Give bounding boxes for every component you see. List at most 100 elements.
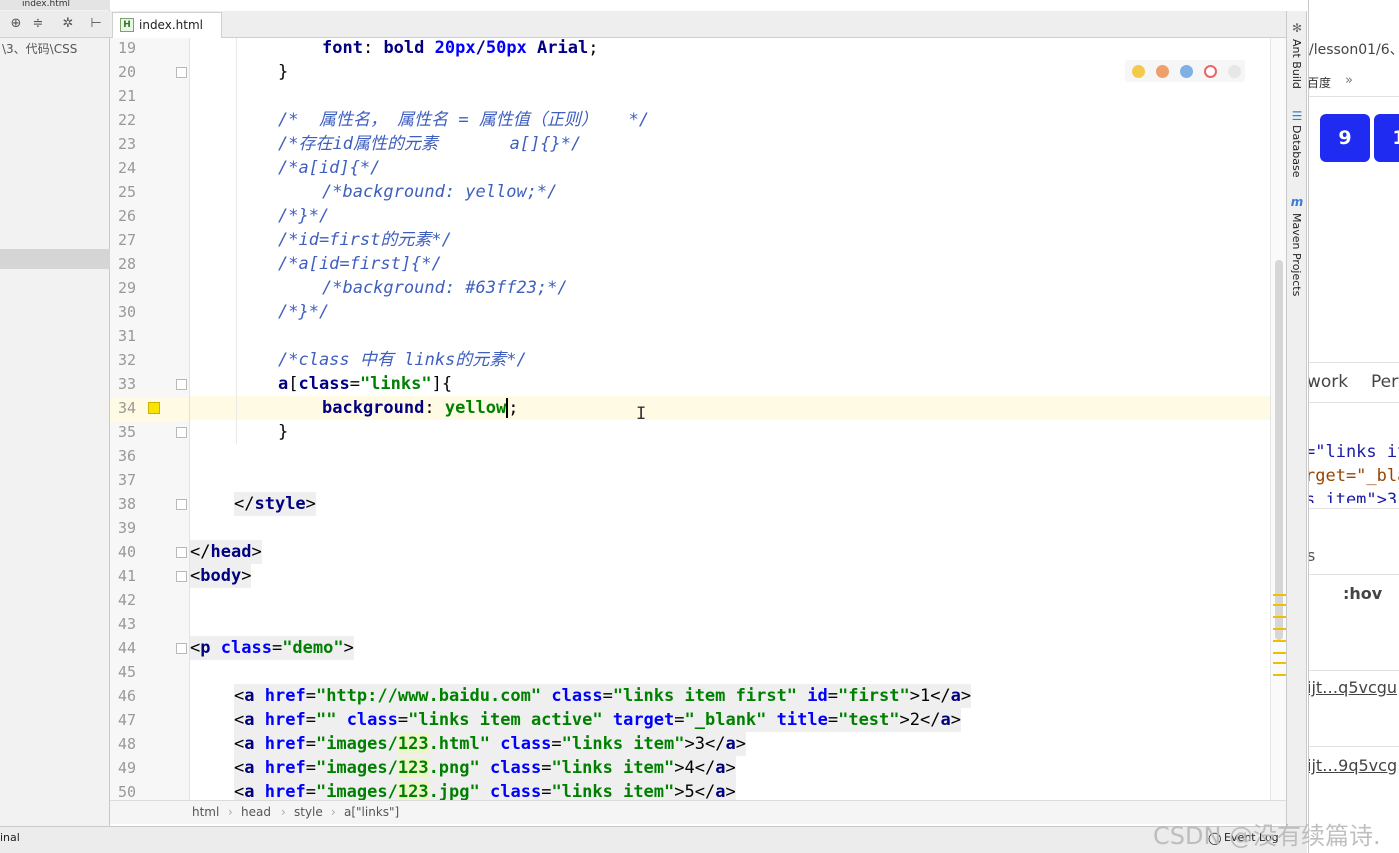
opera-icon[interactable]: [1204, 65, 1217, 78]
editor-gutter: 19 20 21 22 23 24 25 26 27 28 29 30 31 3…: [110, 38, 190, 800]
line-number: 33: [117, 375, 136, 393]
ie-icon[interactable]: [1228, 65, 1241, 78]
line-number: 23: [117, 135, 136, 153]
database-icon: ☰: [1291, 109, 1303, 123]
firefox-icon[interactable]: [1156, 65, 1169, 78]
error-stripe-marker[interactable]: [1273, 594, 1286, 596]
tool-window-database[interactable]: Database: [1290, 125, 1303, 178]
devtools-tab-performance[interactable]: Perf: [1371, 372, 1399, 392]
line-number: 43: [117, 615, 136, 633]
error-stripe-marker[interactable]: [1273, 616, 1286, 618]
line-number: 44: [117, 639, 136, 657]
devtools-dom-line[interactable]: ="links it: [1309, 442, 1399, 462]
safari-icon[interactable]: [1180, 65, 1193, 78]
error-stripe-marker[interactable]: [1273, 674, 1286, 676]
browser-preview-bar: [1125, 60, 1245, 82]
styles-tab[interactable]: s: [1309, 546, 1315, 565]
devtools-dom-line[interactable]: rget="_bla: [1309, 466, 1399, 486]
code-line-46: <a href="http://www.baidu.com" class="li…: [234, 684, 972, 708]
link-button-10[interactable]: 1: [1374, 114, 1399, 162]
fold-marker[interactable]: [176, 643, 187, 654]
error-stripe-marker[interactable]: [1273, 604, 1286, 606]
bookmark-marker[interactable]: [148, 402, 160, 414]
breadcrumb-item[interactable]: style: [294, 805, 323, 819]
code-line-25: /*background: yellow;*/: [322, 182, 558, 202]
project-tree-selected-row[interactable]: [0, 249, 110, 269]
divider: [1309, 574, 1399, 575]
tool-window-maven-projects[interactable]: Maven Projects: [1290, 213, 1303, 296]
project-tree-path[interactable]: \3、代码\CSS: [0, 40, 110, 57]
breadcrumb-item[interactable]: head: [241, 805, 271, 819]
chrome-icon[interactable]: [1132, 65, 1145, 78]
line-number: 46: [117, 687, 136, 705]
error-stripe-marker[interactable]: [1273, 662, 1286, 664]
fold-marker[interactable]: [176, 427, 187, 438]
editor-scrollbar[interactable]: [1270, 38, 1286, 800]
project-panel-tab[interactable]: index.html: [22, 0, 70, 9]
fold-marker[interactable]: [176, 67, 187, 78]
resource-link[interactable]: ijt…q5vcgu: [1309, 678, 1397, 697]
line-number: 37: [117, 471, 136, 489]
target-icon[interactable]: ⊕: [8, 16, 24, 32]
breadcrumb-item[interactable]: a["links"]: [344, 805, 399, 819]
code-line-22: /* 属性名， 属性名 = 属性值（正则） */: [278, 110, 650, 130]
fold-marker[interactable]: [176, 571, 187, 582]
fold-marker[interactable]: [176, 379, 187, 390]
terminal-tab[interactable]: inal: [0, 831, 20, 844]
divider: [1309, 670, 1399, 671]
bookmark-baidu[interactable]: 百度: [1309, 74, 1331, 91]
address-bar-url[interactable]: /lesson01/6、: [1309, 39, 1399, 59]
code-line-34: background: yellow;: [322, 398, 519, 418]
line-number: 36: [117, 447, 136, 465]
scrollbar-thumb[interactable]: [1275, 260, 1283, 640]
divider: [1309, 508, 1399, 509]
line-number: 25: [117, 183, 136, 201]
line-number: 30: [117, 303, 136, 321]
devtools-dom-clip: s item">3: [1309, 490, 1399, 503]
divider: [1309, 402, 1399, 403]
ant-icon: ✻: [1291, 21, 1303, 35]
text-caret: ;: [506, 398, 519, 418]
collapse-icon[interactable]: ≑: [30, 16, 46, 32]
error-stripe-marker[interactable]: [1273, 628, 1286, 630]
devtools-dom-line[interactable]: s item">3: [1309, 490, 1397, 503]
link-button-9[interactable]: 9: [1320, 114, 1370, 162]
error-stripe-marker[interactable]: [1273, 640, 1286, 642]
error-stripe-marker[interactable]: [1273, 652, 1286, 654]
fold-marker[interactable]: [176, 499, 187, 510]
hide-panel-icon[interactable]: ⊢: [88, 16, 104, 32]
tab-label: index.html: [139, 18, 203, 32]
tab-index-html[interactable]: H index.html: [112, 12, 222, 38]
line-number: 50: [117, 783, 136, 800]
code-line-23: /*存在id属性的元素 a[]{}*/: [278, 134, 582, 154]
line-number: 45: [117, 663, 136, 681]
code-line-27: /*id=first的元素*/: [278, 230, 452, 250]
line-number: 40: [117, 543, 136, 561]
divider: [1309, 746, 1399, 747]
code-line-40: </head>: [190, 540, 262, 564]
code-editor[interactable]: font: bold 20px/50px Arial; } /* 属性名， 属性…: [190, 38, 1276, 800]
bookmarks-more-icon[interactable]: »: [1345, 73, 1353, 88]
tool-window-strip: ✻ Ant Build ☰ Database m Maven Projects: [1286, 11, 1307, 826]
line-number: 34: [117, 399, 136, 417]
gear-icon[interactable]: ✲: [60, 16, 76, 32]
line-number: 24: [117, 159, 136, 177]
line-number: 31: [117, 327, 136, 345]
line-number: 39: [117, 519, 136, 537]
code-line-48: <a href="images/123.html" class="links i…: [234, 732, 746, 756]
resource-link[interactable]: ijt…9q5vcg: [1309, 756, 1397, 775]
devtools-tab-network[interactable]: work: [1309, 372, 1348, 392]
project-toolbar: ⊕ ≑ ✲ ⊢: [0, 11, 110, 38]
hov-toggle[interactable]: :hov: [1343, 584, 1382, 603]
code-line-44: <p class="demo">: [190, 636, 354, 660]
code-line-32: /*class 中有 links的元素*/: [278, 350, 527, 370]
code-line-47: <a href="" class="links item active" tar…: [234, 708, 961, 732]
code-line-20: }: [278, 62, 289, 82]
line-number: 22: [117, 111, 136, 129]
breadcrumb-item[interactable]: html: [192, 805, 219, 819]
breadcrumb-separator: ›: [331, 805, 336, 819]
code-line-19: font: bold 20px/50px Arial;: [322, 38, 599, 58]
tool-window-ant-build[interactable]: Ant Build: [1290, 39, 1303, 89]
code-line-30: /*}*/: [278, 302, 330, 322]
fold-marker[interactable]: [176, 547, 187, 558]
